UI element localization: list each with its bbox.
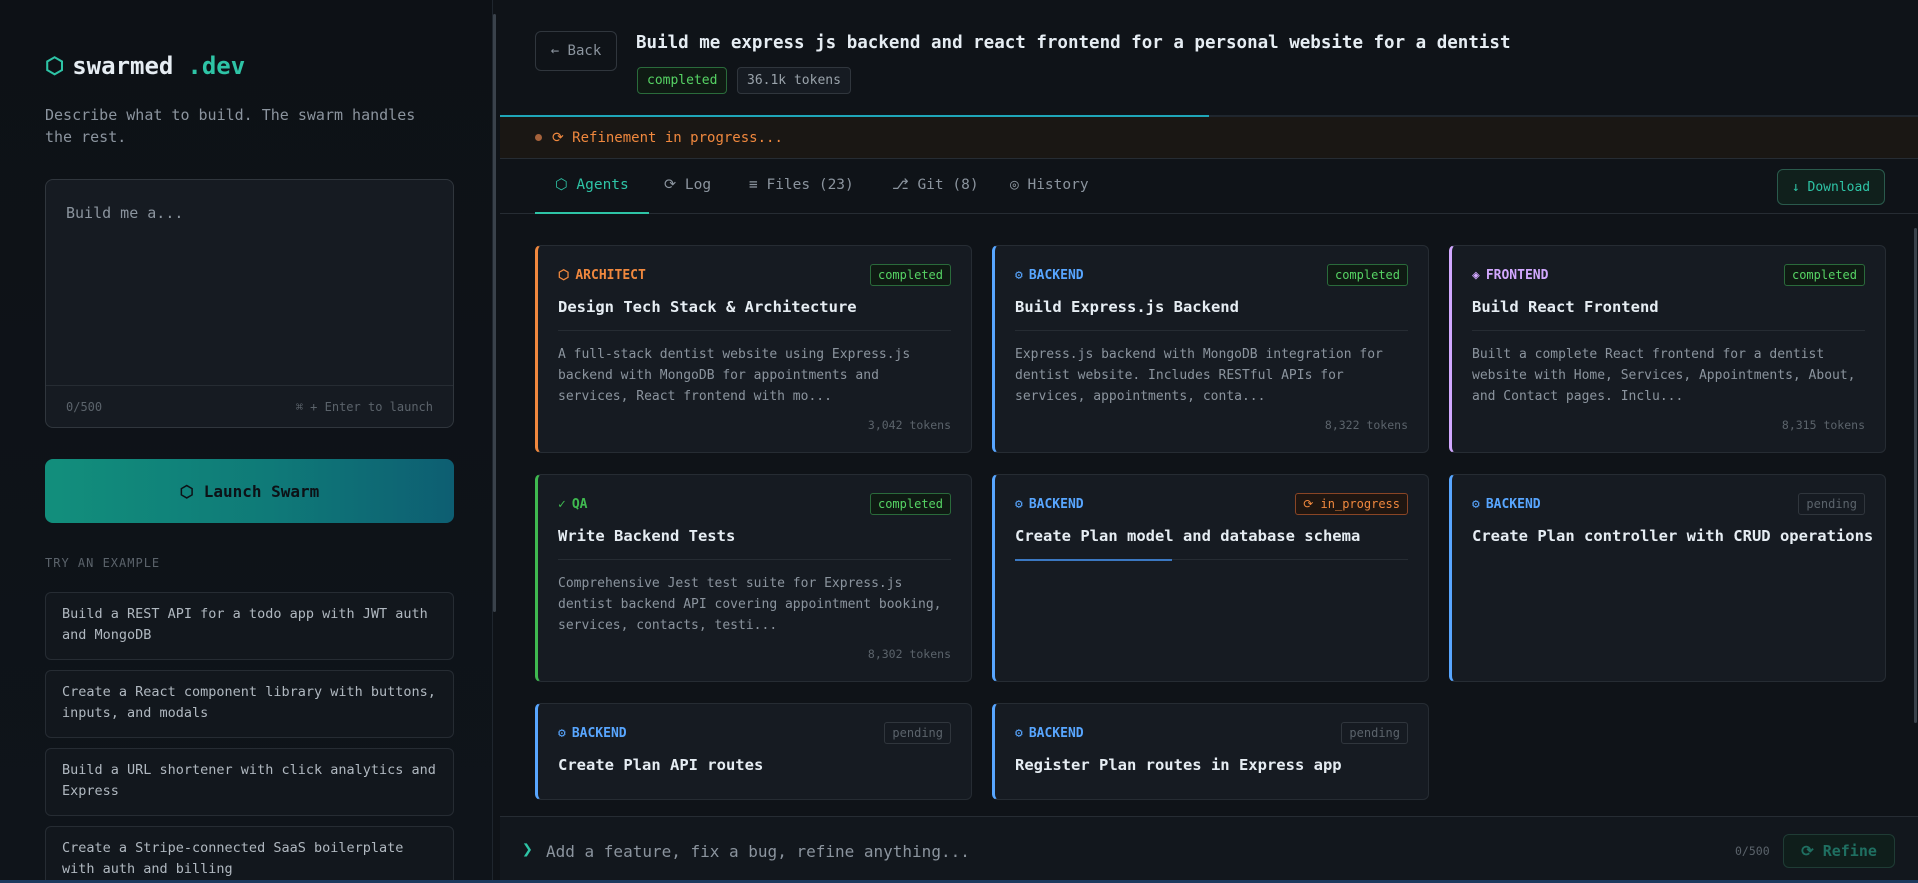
status-badge: pending bbox=[1798, 493, 1865, 515]
card-description: Comprehensive Jest test suite for Expres… bbox=[558, 576, 942, 633]
hexagon-logo-icon: ⬡ bbox=[45, 53, 65, 79]
card-description: Express.js backend with MongoDB integrat… bbox=[1015, 347, 1383, 404]
tab-bar: ⬡ Agents ⟳ Log ≡ Files (23) ⎇ Git (8) ◎ … bbox=[500, 159, 1918, 214]
agent-card[interactable]: ⚙ BACKEND pending Register Plan routes in… bbox=[992, 703, 1429, 800]
role-label: ⚙ BACKEND bbox=[1472, 497, 1541, 512]
status-badge: completed bbox=[1783, 264, 1865, 286]
download-button[interactable]: ↓ Download bbox=[1777, 169, 1885, 205]
gear-icon: ⚙ bbox=[1472, 497, 1480, 512]
role-label: ◈ FRONTEND bbox=[1472, 268, 1549, 283]
role-label: ⚙ BACKEND bbox=[1015, 497, 1084, 512]
header: ← Back Build me express js backend and r… bbox=[500, 0, 1918, 116]
diamond-icon: ◈ bbox=[1472, 268, 1480, 283]
card-title: Write Backend Tests bbox=[558, 527, 736, 545]
agent-card[interactable]: ⚙ BACKEND ⟳ in_progress Create Plan model… bbox=[992, 474, 1429, 682]
banner-text: ⟳ Refinement in progress... bbox=[552, 129, 783, 146]
role-label: ⬡ ARCHITECT bbox=[558, 268, 646, 283]
agent-card[interactable]: ⬡ ARCHITECT completed Design Tech Stack &… bbox=[535, 245, 972, 453]
tab-agents[interactable]: ⬡ Agents bbox=[535, 159, 649, 214]
refine-input[interactable] bbox=[546, 835, 1646, 867]
logo: ⬡ swarmed .dev bbox=[45, 52, 245, 80]
example-item[interactable]: Create a React component library with bu… bbox=[45, 670, 454, 738]
page-title: Build me express js backend and react fr… bbox=[636, 33, 1511, 53]
refine-bar: ❯ 0/500 ⟳ Refine bbox=[500, 816, 1918, 883]
divider bbox=[558, 559, 951, 560]
gear-icon: ⚙ bbox=[1015, 726, 1023, 741]
agent-card[interactable]: ⚙ BACKEND pending Create Plan API routes bbox=[535, 703, 972, 800]
launch-swarm-button[interactable]: ⬡ Launch Swarm bbox=[45, 459, 454, 523]
examples-heading: TRY AN EXAMPLE bbox=[45, 556, 161, 570]
example-item[interactable]: Create a Stripe-connected SaaS boilerpla… bbox=[45, 826, 454, 883]
role-label: ⚙ BACKEND bbox=[1015, 268, 1084, 283]
refinement-banner: ⟳ Refinement in progress... bbox=[500, 117, 1918, 159]
status-badge: completed bbox=[637, 67, 728, 94]
token-count: 8,302 tokens bbox=[867, 647, 951, 661]
main-panel: ← Back Build me express js backend and r… bbox=[500, 0, 1918, 883]
divider bbox=[1015, 330, 1408, 331]
divider bbox=[558, 330, 951, 331]
logo-tld: .dev bbox=[187, 52, 246, 80]
prompt-input[interactable] bbox=[46, 180, 453, 385]
agent-card[interactable]: ◈ FRONTEND completed Build React Frontend… bbox=[1449, 245, 1886, 453]
card-title: Create Plan controller with CRUD operati… bbox=[1472, 527, 1874, 545]
status-badge: completed bbox=[869, 493, 951, 515]
gear-icon: ⚙ bbox=[1015, 497, 1023, 512]
shortcut-hint: ⌘ + Enter to launch bbox=[295, 399, 433, 414]
card-title: Build Express.js Backend bbox=[1015, 298, 1239, 316]
role-label: ✓ QA bbox=[558, 497, 588, 512]
role-label: ⚙ BACKEND bbox=[558, 726, 627, 741]
card-title: Create Plan API routes bbox=[558, 756, 764, 774]
tab-log[interactable]: ⟳ Log bbox=[644, 159, 731, 214]
tagline: Describe what to build. The swarm handle… bbox=[45, 106, 416, 146]
gear-icon: ⚙ bbox=[558, 726, 566, 741]
architect-icon: ⬡ bbox=[558, 268, 570, 283]
prompt-box: 0/500 ⌘ + Enter to launch bbox=[45, 179, 454, 428]
status-badge: completed bbox=[869, 264, 951, 286]
card-title: Design Tech Stack & Architecture bbox=[558, 298, 857, 316]
cards-scrollbar[interactable] bbox=[1914, 228, 1917, 723]
gear-icon: ⚙ bbox=[1015, 268, 1023, 283]
sidebar-scrollbar[interactable] bbox=[493, 14, 496, 612]
example-item[interactable]: Build a REST API for a todo app with JWT… bbox=[45, 592, 454, 660]
card-description: A full-stack dentist website using Expre… bbox=[558, 347, 911, 404]
prompt-footer: 0/500 ⌘ + Enter to launch bbox=[46, 385, 453, 427]
check-icon: ✓ bbox=[558, 497, 566, 512]
sidebar: ⬡ swarmed .dev Describe what to build. Th… bbox=[0, 0, 493, 883]
tab-git[interactable]: ⎇ Git (8) bbox=[872, 159, 999, 214]
status-badge: ⟳ in_progress bbox=[1295, 493, 1408, 515]
agent-card[interactable]: ⚙ BACKEND pending Create Plan controller … bbox=[1449, 474, 1886, 682]
hexagon-icon: ⬡ bbox=[179, 481, 194, 501]
back-button[interactable]: ← Back bbox=[535, 31, 617, 71]
token-count: 8,315 tokens bbox=[1781, 418, 1865, 432]
agent-card[interactable]: ✓ QA completed Write Backend Tests Compre… bbox=[535, 474, 972, 682]
logo-name: swarmed bbox=[72, 52, 174, 80]
status-badge: pending bbox=[1341, 722, 1408, 744]
card-title: Build React Frontend bbox=[1472, 298, 1659, 316]
card-description: Built a complete React frontend for a de… bbox=[1472, 347, 1856, 404]
status-badge: pending bbox=[884, 722, 951, 744]
example-item[interactable]: Build a URL shortener with click analyti… bbox=[45, 748, 454, 816]
tab-files[interactable]: ≡ Files (23) bbox=[729, 159, 874, 214]
char-count: 0/500 bbox=[66, 399, 103, 414]
pulse-dot-icon bbox=[535, 134, 542, 141]
token-count: 8,322 tokens bbox=[1324, 418, 1408, 432]
chevron-right-icon: ❯ bbox=[522, 839, 533, 860]
refine-button[interactable]: ⟳ Refine bbox=[1783, 834, 1895, 868]
card-progress-bar bbox=[1015, 559, 1172, 561]
card-title: Register Plan routes in Express app bbox=[1015, 756, 1342, 774]
token-count: 3,042 tokens bbox=[867, 418, 951, 432]
divider bbox=[1472, 330, 1865, 331]
launch-label: Launch Swarm bbox=[203, 481, 320, 501]
refine-char-count: 0/500 bbox=[1735, 844, 1770, 858]
agent-card[interactable]: ⚙ BACKEND completed Build Express.js Back… bbox=[992, 245, 1429, 453]
role-label: ⚙ BACKEND bbox=[1015, 726, 1084, 741]
status-badge: completed bbox=[1326, 264, 1408, 286]
tab-history[interactable]: ◎ History bbox=[990, 159, 1109, 214]
card-title: Create Plan model and database schema bbox=[1015, 527, 1361, 545]
token-badge: 36.1k tokens bbox=[737, 67, 851, 94]
